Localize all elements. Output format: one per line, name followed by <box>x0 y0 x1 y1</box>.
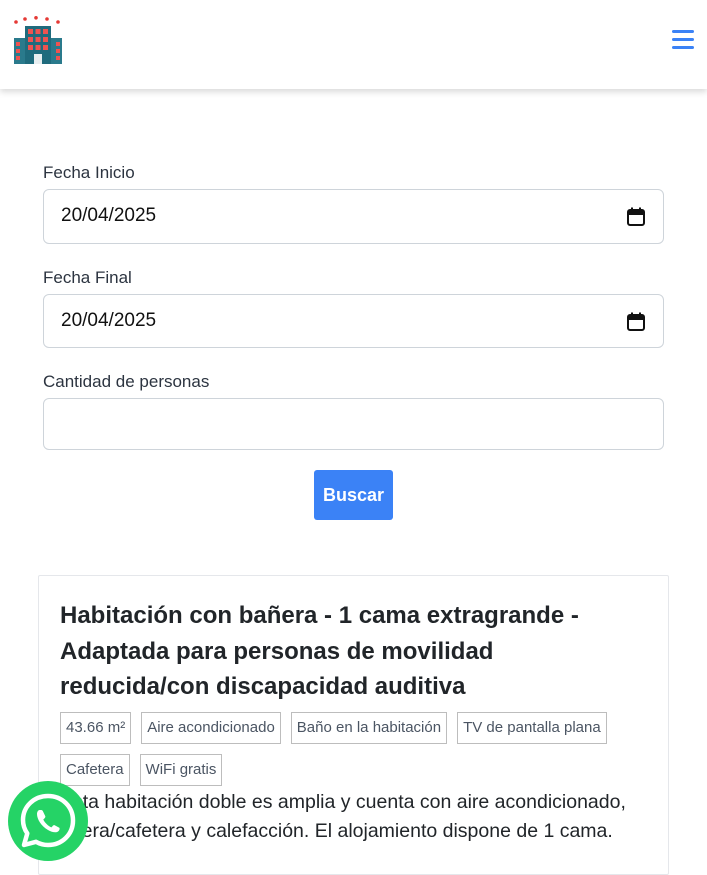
room-card: Habitación con bañera - 1 cama extragran… <box>38 575 669 875</box>
end-date-label: Fecha Final <box>43 268 132 287</box>
people-count-label: Cantidad de personas <box>43 372 210 391</box>
top-navbar <box>0 0 707 89</box>
start-date-label: Fecha Inicio <box>43 163 135 182</box>
amenity-tags: 43.66 m² Aire acondicionado Baño en la h… <box>60 712 650 786</box>
amenity-tag: 43.66 m² <box>60 712 132 744</box>
calendar-icon[interactable] <box>627 207 645 226</box>
hotel-building-icon[interactable] <box>12 16 64 66</box>
whatsapp-button[interactable] <box>8 781 88 861</box>
start-date-input[interactable]: 20/04/2025 <box>43 189 664 244</box>
whatsapp-icon <box>20 793 76 848</box>
people-count-input[interactable] <box>43 398 664 450</box>
end-date-value: 20/04/2025 <box>61 310 157 331</box>
room-description: Esta habitación doble es amplia y cuenta… <box>60 791 626 842</box>
search-button[interactable]: Buscar <box>314 470 393 520</box>
amenity-tag: WiFi gratis <box>139 754 223 786</box>
amenity-tag: TV de pantalla plana <box>457 712 607 744</box>
hamburger-menu-icon[interactable] <box>670 28 696 50</box>
amenity-tag: Aire acondicionado <box>141 712 281 744</box>
amenity-tag: Cafetera <box>60 754 130 786</box>
calendar-icon[interactable] <box>627 312 645 331</box>
room-title: Habitación con bañera - 1 cama extragran… <box>60 602 579 700</box>
start-date-value: 20/04/2025 <box>61 205 157 226</box>
end-date-input[interactable]: 20/04/2025 <box>43 294 664 348</box>
amenity-tag: Baño en la habitación <box>290 712 448 744</box>
